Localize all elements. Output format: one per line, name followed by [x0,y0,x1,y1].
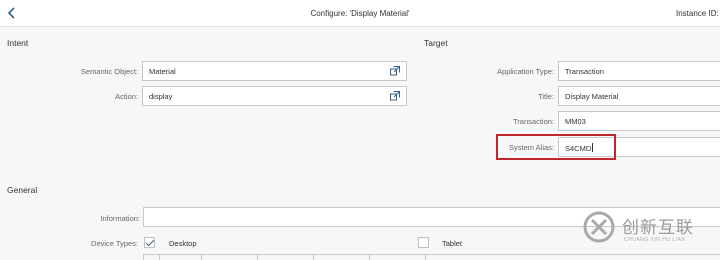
title-field[interactable]: Display Material [558,86,720,106]
application-type-select[interactable]: Transaction [558,61,720,81]
system-alias-highlight [496,134,616,160]
information-label: Information: [100,214,140,223]
semantic-object-value: Material [149,67,176,76]
transaction-field[interactable]: MM03 [558,111,720,131]
transaction-value: MM03 [565,117,586,126]
action-value: display [149,92,173,101]
device-types-label: Device Types: [91,239,138,248]
application-type-label: Application Type: [497,67,554,76]
external-link-icon[interactable] [389,90,401,102]
semantic-object-label: Semantic Object: [80,67,138,76]
action-label: Action: [115,92,138,101]
header-bar: Configure: 'Display Material' Instance I… [0,0,720,27]
intent-heading: Intent [7,38,29,48]
application-type-value: Transaction [565,67,604,76]
watermark-subtext: CHUANG XIN HU LIAN [624,237,686,243]
desktop-checkbox[interactable] [144,237,155,248]
tablet-checkbox[interactable] [418,237,429,248]
general-heading: General [7,185,38,195]
semantic-object-field[interactable]: Material [142,61,407,81]
transaction-label: Transaction: [513,117,554,126]
action-field[interactable]: display [142,86,407,106]
target-heading: Target [424,38,448,48]
brand-logo-icon [583,211,615,243]
watermark: 创新互联 CHUANG XIN HU LIAN [574,203,720,260]
page-title: Configure: 'Display Material' [310,9,410,18]
external-link-icon[interactable] [389,65,401,77]
title-value: Display Material [565,92,619,101]
title-label: Title: [538,92,554,101]
tablet-checkbox-label: Tablet [442,239,463,248]
instance-id-label: Instance ID: C [676,9,720,18]
desktop-checkbox-label: Desktop [169,239,197,248]
watermark-text: 创新互联 [622,218,694,237]
